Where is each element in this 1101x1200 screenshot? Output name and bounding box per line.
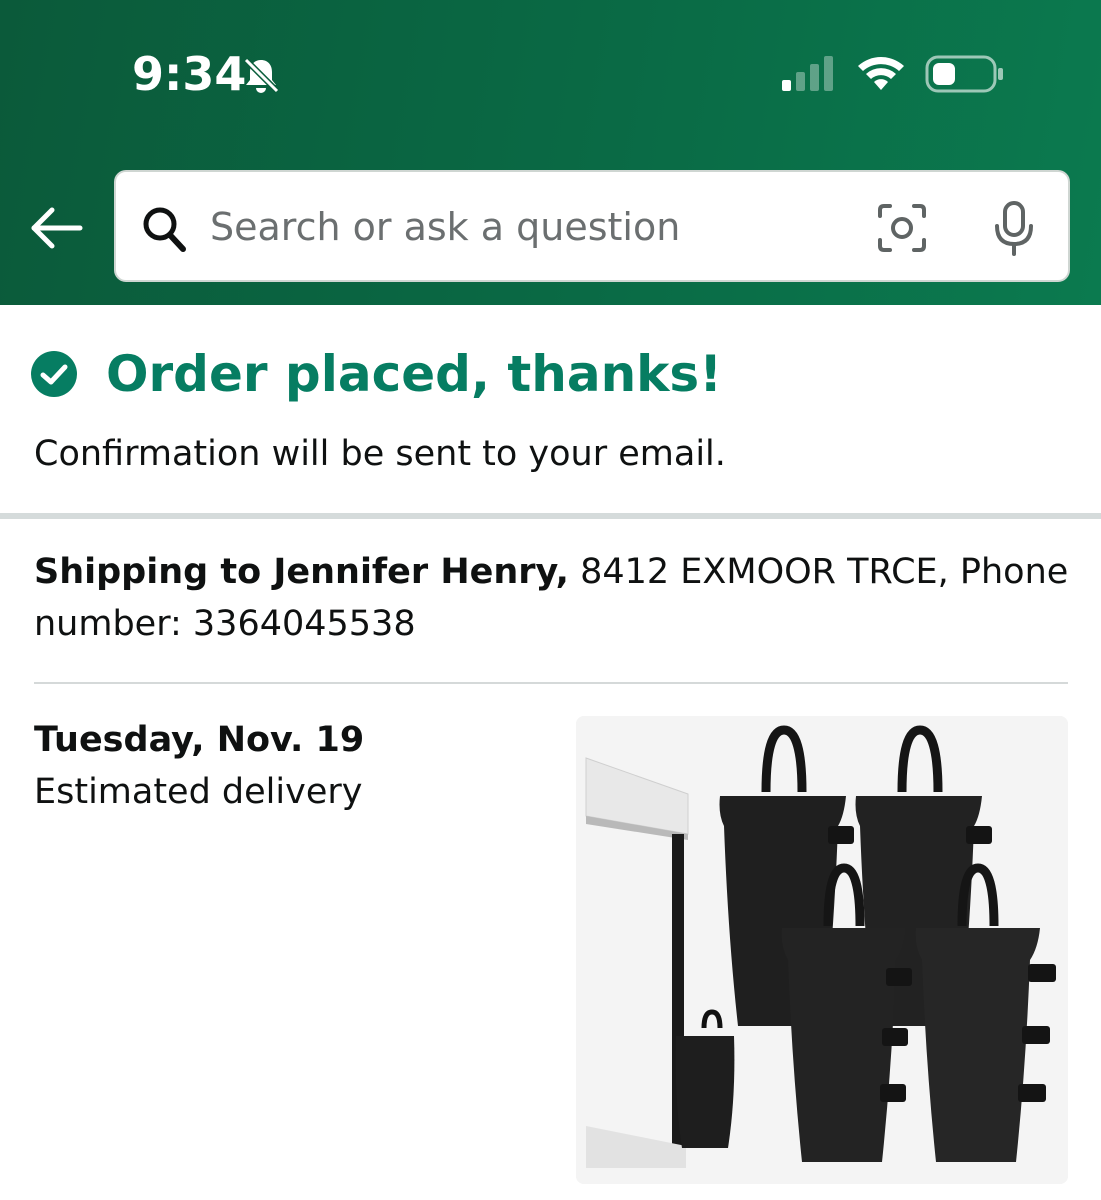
search-bar[interactable] [114, 170, 1070, 282]
wifi-icon [858, 57, 904, 90]
order-placed-title: Order placed, thanks! [106, 345, 722, 403]
confirmation-email-text: Confirmation will be sent to your email. [34, 434, 726, 474]
product-image[interactable] [576, 716, 1068, 1184]
delivery-date: Tuesday, Nov. 19 [34, 720, 365, 760]
camera-icon[interactable] [876, 202, 928, 254]
mic-icon[interactable] [990, 200, 1038, 258]
bell-slash-icon [243, 57, 280, 94]
search-icon [143, 207, 186, 252]
section-divider [0, 513, 1101, 519]
search-input[interactable] [210, 194, 850, 260]
order-confirmation: Order placed, thanks! Confirmation will … [0, 305, 1101, 513]
estimated-delivery-label: Estimated delivery [34, 772, 363, 812]
back-arrow-icon[interactable] [28, 204, 84, 252]
app-header: 9:34 [0, 0, 1101, 305]
shipping-recipient: Shipping to Jennifer Henry, [34, 552, 569, 592]
check-circle-icon [31, 351, 77, 397]
canopy-weight-bags-image [576, 716, 1068, 1184]
battery-icon [925, 55, 1003, 93]
shipping-info: Shipping to Jennifer Henry, 8412 EXMOOR … [34, 546, 1074, 650]
status-time: 9:34 [132, 47, 247, 101]
signal-icon [782, 56, 833, 91]
divider [34, 682, 1068, 684]
